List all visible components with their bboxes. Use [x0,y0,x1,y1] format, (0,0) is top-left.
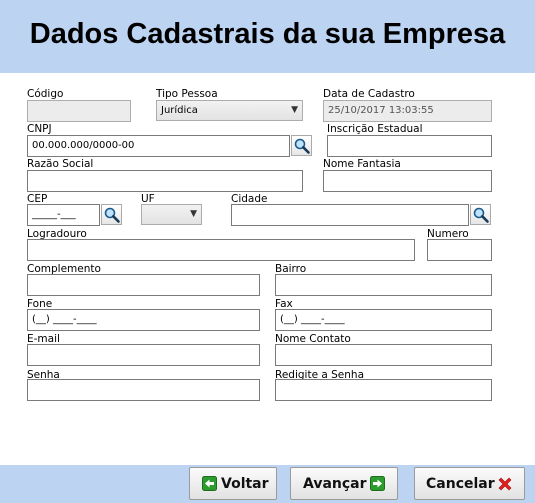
fone-input[interactable]: (__) ____-____ [27,309,260,331]
codigo-field [27,100,131,122]
razao-social-label: Razão Social [27,158,94,170]
redigite-senha-input[interactable] [275,379,492,401]
fax-input[interactable]: (__) ____-____ [275,309,492,331]
voltar-label: Voltar [221,476,269,492]
page-title: Dados Cadastrais da sua Empresa [29,18,506,50]
cep-input[interactable]: _____-___ [27,204,100,226]
close-icon [498,477,512,491]
tipo-pessoa-selected: Jurídica [161,105,198,116]
codigo-label: Código [27,88,64,100]
chevron-down-icon: ▼ [190,209,197,219]
cancelar-button[interactable]: Cancelar [414,467,525,500]
senha-input[interactable] [27,379,260,401]
cnpj-input[interactable]: 00.000.000/0000-00 [27,135,290,157]
data-cadastro-label: Data de Cadastro [323,88,415,100]
cidade-search-button[interactable] [470,204,491,225]
complemento-input[interactable] [27,274,260,296]
numero-input[interactable] [427,239,492,261]
razao-social-input[interactable] [27,170,303,192]
data-cadastro-field: 25/10/2017 13:03:55 [323,100,492,122]
nome-fantasia-input[interactable] [323,170,492,192]
cep-search-button[interactable] [101,204,122,225]
chevron-down-icon: ▼ [291,105,298,115]
nome-contato-input[interactable] [275,344,492,366]
bairro-input[interactable] [275,274,492,296]
uf-select[interactable]: ▼ [141,204,202,225]
cnpj-label: CNPJ [27,123,52,135]
nome-fantasia-label: Nome Fantasia [323,158,401,170]
magnifier-icon [473,207,489,223]
cancelar-label: Cancelar [426,476,495,492]
tipo-pessoa-select[interactable]: Jurídica ▼ [156,100,303,121]
cnpj-search-button[interactable] [291,135,312,156]
email-input[interactable] [27,344,260,366]
inscricao-estadual-input[interactable] [327,135,492,157]
header-bar: Dados Cadastrais da sua Empresa [0,0,535,73]
inscricao-estadual-label: Inscrição Estadual [327,123,423,135]
voltar-button[interactable]: Voltar [189,467,277,500]
tipo-pessoa-label: Tipo Pessoa [156,88,218,100]
avancar-label: Avançar [303,476,367,492]
company-form: Código Tipo Pessoa Jurídica ▼ Data de Ca… [0,73,535,465]
avancar-button[interactable]: Avançar [290,467,398,500]
arrow-right-icon [370,476,385,491]
magnifier-icon [104,207,120,223]
magnifier-icon [294,138,310,154]
logradouro-input[interactable] [27,239,415,261]
cidade-input[interactable] [231,204,469,226]
arrow-left-icon [202,476,217,491]
